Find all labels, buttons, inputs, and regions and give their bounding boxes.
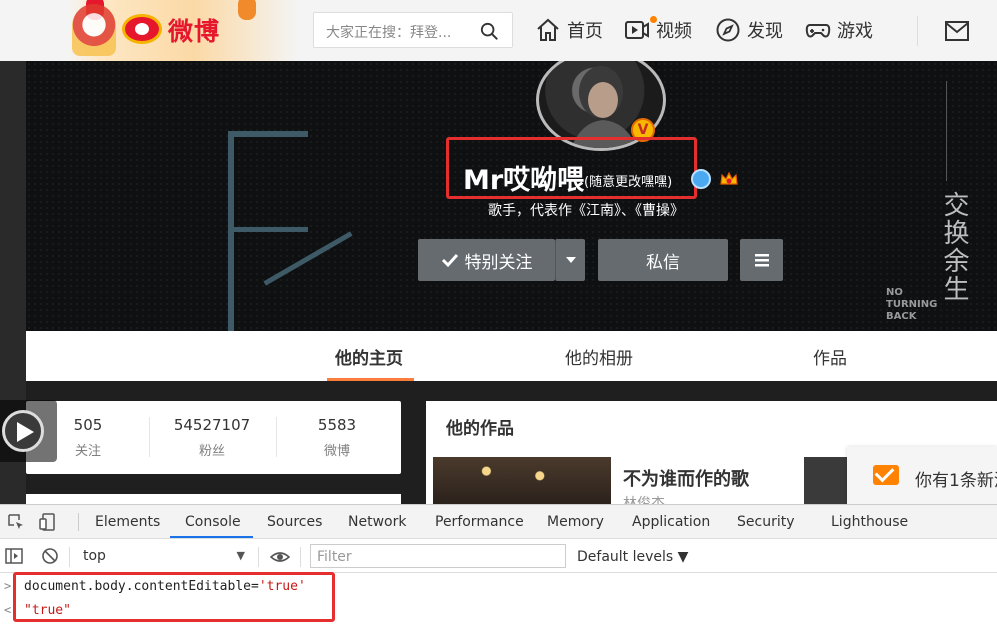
tab-application[interactable]: Application — [632, 514, 710, 530]
weibo-eye-icon — [122, 14, 162, 44]
nav-home-label: 首页 — [567, 21, 603, 42]
tab-performance[interactable]: Performance — [435, 514, 524, 530]
stats-card: 505 关注 54527107 粉丝 5583 微博 — [26, 401, 401, 474]
context-value: top — [83, 548, 106, 564]
tab-network[interactable]: Network — [348, 514, 406, 530]
video-icon — [625, 21, 649, 39]
stat-divider — [276, 417, 277, 457]
gamepad-icon — [805, 24, 831, 38]
mascot-icon — [72, 4, 116, 56]
banner-line — [263, 231, 353, 286]
clear-console-icon[interactable] — [41, 547, 59, 565]
nav-games-label: 游戏 — [837, 21, 873, 42]
menu-icon — [754, 254, 769, 267]
banner-english-text: NO TURNING BACK — [886, 287, 938, 322]
stat-followers-value: 54527107 — [173, 416, 251, 434]
nav-video[interactable]: 视频 — [624, 14, 692, 46]
toolbar-divider — [300, 547, 301, 567]
nav-divider — [917, 16, 918, 46]
profile-description: 歌手，代表作《江南》、《曹操》 — [488, 203, 684, 219]
sidebar-toggle-icon[interactable] — [5, 547, 23, 565]
special-follow-button[interactable]: 特别关注 — [418, 239, 555, 281]
inspect-element-icon[interactable] — [7, 513, 25, 531]
tab-home[interactable]: 他的主页 — [335, 344, 403, 369]
active-tab-indicator — [170, 536, 253, 538]
tab-divider — [78, 513, 79, 531]
message-envelope-icon — [873, 465, 899, 485]
nav-video-label: 视频 — [656, 21, 692, 42]
tab-security[interactable]: Security — [737, 514, 795, 530]
home-icon — [537, 18, 559, 41]
banner-line — [946, 81, 947, 181]
context-selector[interactable]: top ▼ — [77, 544, 249, 568]
caret-down-icon — [565, 257, 576, 263]
check-icon — [441, 253, 458, 268]
tab-sources[interactable]: Sources — [267, 514, 322, 530]
dropdown-arrow-icon: ▼ — [236, 549, 245, 562]
profile-name-note: (随意更改嘿嘿) — [584, 175, 673, 190]
top-navbar: 微博 大家正在搜：拜登... 首页 视频 发现 游戏 — [0, 0, 997, 61]
stat-divider — [149, 417, 150, 457]
toolbar-divider — [69, 547, 70, 567]
tab-console[interactable]: Console — [185, 514, 241, 530]
private-message-button[interactable]: 私信 — [598, 239, 728, 281]
banner-line — [228, 227, 308, 232]
stat-posts[interactable]: 5583 微博 — [287, 416, 387, 459]
music-player-button[interactable] — [0, 400, 57, 462]
stat-posts-value: 5583 — [317, 416, 357, 434]
mail-icon[interactable] — [944, 20, 970, 42]
works-title: 他的作品 — [446, 419, 514, 439]
toolbar-divider — [258, 547, 259, 567]
device-toolbar-icon[interactable] — [39, 513, 57, 531]
follow-dropdown-button[interactable] — [555, 239, 585, 281]
work-title[interactable]: 不为谁而作的歌 — [623, 465, 749, 491]
compass-icon — [716, 18, 740, 42]
logo-text: 微博 — [168, 17, 221, 46]
console-toolbar: top ▼ Filter Default levels ▼ — [0, 540, 997, 573]
notification-dot — [650, 16, 657, 23]
profile-tabs: 他的主页 他的相册 作品 — [26, 331, 997, 381]
tab-works[interactable]: 作品 — [813, 344, 847, 369]
lantern-decoration — [238, 0, 256, 20]
active-tab-indicator — [327, 378, 414, 381]
tab-memory[interactable]: Memory — [547, 514, 604, 530]
devtools-tabbar: Elements Console Sources Network Perform… — [0, 505, 997, 539]
banner-line — [228, 131, 308, 137]
weibo-logo[interactable]: 微博 — [68, 0, 298, 61]
special-follow-label: 特别关注 — [464, 252, 533, 273]
banner-album-title: 交换余生 — [939, 191, 969, 303]
stat-posts-label: 微博 — [323, 444, 350, 459]
play-icon — [17, 422, 34, 442]
member-badge-icon[interactable] — [691, 169, 711, 189]
input-prompt-icon: > — [4, 579, 12, 593]
tab-elements[interactable]: Elements — [95, 514, 160, 530]
search-placeholder: 大家正在搜：拜登... — [326, 25, 452, 41]
crown-icon[interactable] — [719, 169, 739, 189]
work-cover-image[interactable] — [433, 457, 611, 504]
private-message-label: 私信 — [646, 252, 680, 273]
console-highlight-box — [13, 572, 335, 622]
tab-lighthouse[interactable]: Lighthouse — [831, 514, 908, 530]
stat-followers-label: 粉丝 — [198, 444, 225, 459]
new-message-toast[interactable]: 你有1条新消 — [847, 447, 997, 504]
nav-games[interactable]: 游戏 — [805, 14, 873, 46]
search-input[interactable]: 大家正在搜：拜登... — [313, 12, 513, 48]
tab-album[interactable]: 他的相册 — [565, 344, 633, 369]
search-icon[interactable] — [480, 22, 498, 40]
log-levels-dropdown[interactable]: Default levels ▼ — [577, 549, 688, 565]
nav-discover[interactable]: 发现 — [715, 14, 783, 46]
stat-followers[interactable]: 54527107 粉丝 — [162, 416, 262, 459]
eye-icon[interactable] — [270, 548, 290, 566]
more-menu-button[interactable] — [740, 239, 783, 281]
filter-placeholder: Filter — [317, 549, 352, 565]
profile-banner: 交换余生 NO TURNING BACK V Mr哎呦喂 (随意更改嘿嘿) 歌手… — [26, 61, 997, 331]
profile-name: Mr哎呦喂 — [463, 165, 585, 196]
new-message-text: 你有1条新消 — [915, 471, 997, 491]
console-filter-input[interactable]: Filter — [310, 544, 566, 568]
nav-discover-label: 发现 — [747, 21, 783, 42]
nav-home[interactable]: 首页 — [535, 14, 603, 46]
